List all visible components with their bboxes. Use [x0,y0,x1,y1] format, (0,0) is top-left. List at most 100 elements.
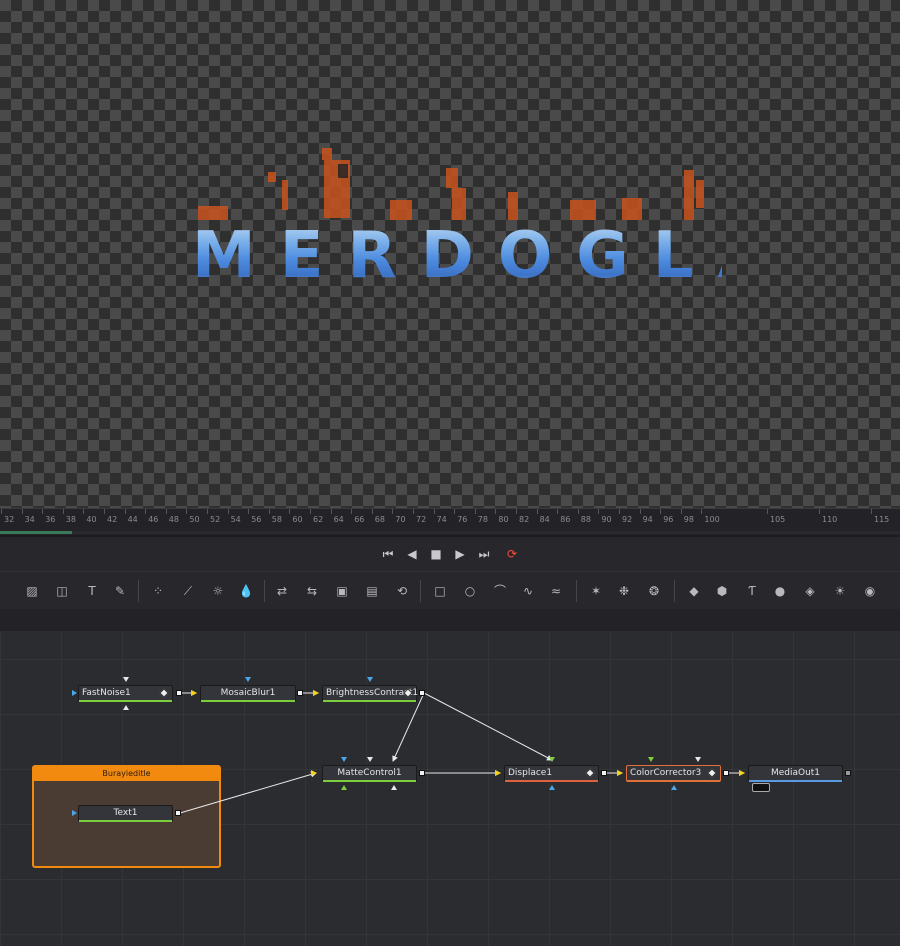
tick-mark [371,509,373,514]
tick-label: 78 [477,515,488,524]
tick-mark [42,509,44,514]
node-colorcorrector[interactable]: ColorCorrector3 [626,765,721,782]
bspline-tool-icon[interactable]: ∿ [518,581,538,601]
particles-tool-icon[interactable]: ⁘ [148,581,168,601]
loop-tool-icon[interactable]: ⟲ [392,581,412,601]
tick-mark [536,509,538,514]
loop-icon[interactable]: ⟳ [504,546,520,562]
glitch-shadow-layer [198,148,704,220]
paint-tool-icon[interactable]: ✎ [110,581,130,601]
stop-icon[interactable]: ■ [428,546,444,562]
tick-mark [619,509,620,514]
tick-label: 34 [24,515,35,524]
node-output-bar [79,820,172,822]
viewer-title-text: MERDOGLAN [192,219,869,293]
step-back-icon[interactable]: ◀ [404,546,420,562]
merge3d-tool-icon[interactable]: ⬢ [712,581,732,601]
ellipse-tool-icon[interactable]: ○ [460,581,480,601]
tick-label: 90 [601,515,612,524]
tick-label: 58 [271,515,282,524]
tick-mark [62,509,64,514]
text3d-tool-icon[interactable]: Ƭ [742,581,762,601]
node-label: MatteControl1 [337,768,402,778]
tick-mark [474,509,476,514]
transport-controls: ⏮ ◀ ■ ▶ ⏭ ⟳ [0,537,900,571]
curves-tool-icon[interactable]: ⟋ [178,581,198,601]
matte-tool-icon[interactable]: 💧 [236,581,256,601]
node-label: ColorCorrector3 [630,768,702,778]
keyframe-icon [707,768,717,778]
node-label: MediaOut1 [770,768,821,778]
keyframe-icon [585,768,595,778]
pRender-tool-icon[interactable]: ❂ [644,581,664,601]
node-output-port[interactable] [845,770,851,776]
node-output-port[interactable] [419,770,425,776]
node-output-bar [323,700,416,702]
node-fastnoise[interactable]: FastNoise1 [78,685,173,702]
tick-label: 48 [168,515,179,524]
shape3d-tool-icon[interactable]: ◆ [684,581,704,601]
group-title: Burayieditle [34,767,219,781]
skip-to-start-icon[interactable]: ⏮ [380,546,396,562]
tick-mark [767,509,768,514]
tick-label: 110 [822,515,838,524]
text-tool-icon[interactable]: T [82,581,102,601]
view-indicator[interactable] [752,783,770,792]
node-text[interactable]: Text1 [78,805,173,822]
node-brightnesscontrast[interactable]: BrightnessContrast1 [322,685,418,702]
loader-tool-icon[interactable]: ⇄ [272,581,292,601]
node-output-port[interactable] [601,770,607,776]
particle-render-tool-icon[interactable]: ❉ [614,581,634,601]
tick-mark [660,509,662,514]
node-output-bar [749,780,842,782]
merge-tool-icon[interactable]: ◫ [52,581,72,601]
camera3d-tool-icon[interactable]: ● [770,581,790,601]
tick-mark [104,509,105,514]
node-output-port[interactable] [297,690,303,696]
play-icon[interactable]: ▶ [452,546,468,562]
tick-label: 96 [663,515,674,524]
renderer3d-tool-icon[interactable]: ◈ [800,581,820,601]
tick-mark [557,509,559,514]
background-tool-icon[interactable]: ▨ [22,581,42,601]
node-output-port[interactable] [723,770,729,776]
light-tool-icon[interactable]: ☀ [830,581,850,601]
image-plane-tool-icon[interactable]: ▣ [332,581,352,601]
transform-tool-icon[interactable]: ▤ [362,581,382,601]
node-output-port[interactable] [175,810,181,816]
bitmap-tool-icon[interactable]: ≈ [546,581,566,601]
particle-emitter-tool-icon[interactable]: ✶ [586,581,606,601]
polygon-tool-icon[interactable]: ⌒ [490,581,510,601]
node-displace[interactable]: Displace1 [504,765,599,782]
tick-label: 38 [65,515,76,524]
tick-label: 105 [770,515,786,524]
node-output-port[interactable] [176,690,182,696]
tick-mark [330,509,332,514]
tick-label: 52 [210,515,221,524]
skip-to-end-icon[interactable]: ⏭ [476,546,492,562]
tick-label: 80 [498,515,509,524]
brightness-tool-icon[interactable]: ☼ [208,581,228,601]
tick-mark [21,509,23,514]
node-mediaout[interactable]: MediaOut1 [748,765,843,782]
tick-label: 72 [416,515,427,524]
node-label: Text1 [113,808,138,818]
tick-label: 84 [539,515,550,524]
node-mosaicblur[interactable]: MosaicBlur1 [200,685,296,702]
tick-label: 66 [354,515,365,524]
viewer-canvas[interactable]: MERDOGLAN [0,0,900,508]
rectangle-tool-icon[interactable]: □ [430,581,450,601]
tick-mark [310,509,311,514]
tick-label: 70 [395,515,406,524]
tick-label: 82 [519,515,530,524]
tick-mark [351,509,353,514]
saver-tool-icon[interactable]: ⇆ [302,581,322,601]
tick-label: 56 [251,515,262,524]
tick-mark [1,509,2,514]
tick-mark [495,509,497,514]
node-mattecontrol[interactable]: MatteControl1 [322,765,417,782]
node-output-port[interactable] [419,690,425,696]
tick-mark [516,509,517,514]
fusion-logo-tool-icon[interactable]: ◉ [860,581,880,601]
tick-mark [268,509,270,514]
